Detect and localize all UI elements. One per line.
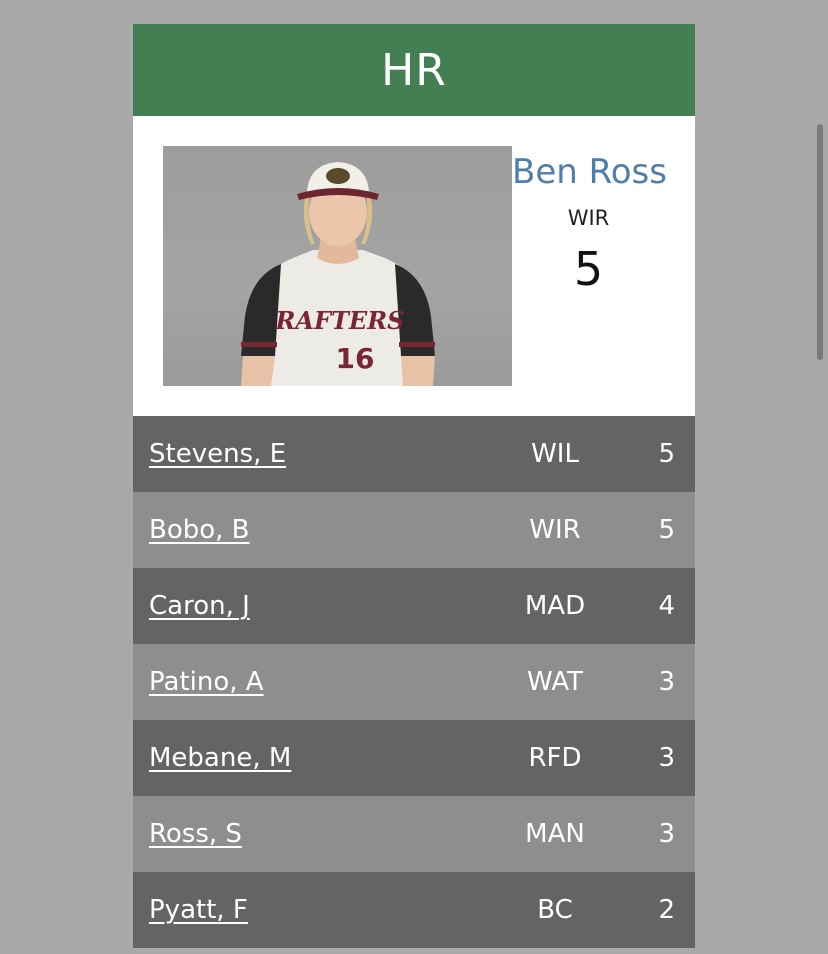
player-team: RFD xyxy=(528,743,582,773)
player-stat-value: 5 xyxy=(658,515,675,545)
player-stat-value: 5 xyxy=(658,439,675,469)
leaderboard-row: Caron, J MAD 4 xyxy=(133,568,695,644)
page-scrollbar[interactable] xyxy=(817,124,823,360)
player-team: BC xyxy=(537,895,573,925)
player-team: MAD xyxy=(524,591,586,621)
player-stat-value: 3 xyxy=(658,667,675,697)
leaderboard-row: Bobo, B WIR 5 xyxy=(133,492,695,568)
stat-category-header: HR xyxy=(133,24,695,116)
player-name-link[interactable]: Mebane, M xyxy=(133,743,505,773)
leaderboard-card: HR RAFTERS 16 Ben Ross WIR 5 Stevens, E … xyxy=(133,24,695,954)
player-name-link[interactable]: Pyatt, F xyxy=(133,895,505,925)
player-name-link[interactable]: Ross, S xyxy=(133,819,505,849)
leader-info: Ben Ross WIR 5 xyxy=(512,146,667,296)
leaderboard-row: Mebane, M RFD 3 xyxy=(133,720,695,796)
leader-team: WIR xyxy=(567,206,610,230)
player-team: WIR xyxy=(529,515,581,545)
leader-stat-value: 5 xyxy=(573,242,604,296)
player-name-link[interactable]: Stevens, E xyxy=(133,439,505,469)
player-team: WAT xyxy=(527,667,583,697)
player-photo-illustration: RAFTERS 16 xyxy=(241,162,435,386)
player-name-link[interactable]: Bobo, B xyxy=(133,515,505,545)
leader-feature: RAFTERS 16 Ben Ross WIR 5 xyxy=(133,116,695,416)
leaderboard-row: Ross, S MAN 3 xyxy=(133,796,695,872)
player-team: MAN xyxy=(525,819,585,849)
jersey-lettering: RAFTERS xyxy=(274,306,404,335)
player-stat-value: 4 xyxy=(658,591,675,621)
leaderboard-row: Pyatt, F BC 2 xyxy=(133,872,695,948)
player-name-link[interactable]: Caron, J xyxy=(133,591,505,621)
jersey-number: 16 xyxy=(336,342,375,375)
stat-category-title: HR xyxy=(381,44,447,96)
player-photo: RAFTERS 16 xyxy=(163,146,512,386)
leaderboard-row: Stevens, E WIL 5 xyxy=(133,416,695,492)
player-team: WIL xyxy=(531,439,579,469)
player-stat-value: 3 xyxy=(658,819,675,849)
leader-name-link[interactable]: Ben Ross xyxy=(512,152,667,192)
player-stat-value: 3 xyxy=(658,743,675,773)
player-name-link[interactable]: Patino, A xyxy=(133,667,505,697)
player-stat-value: 2 xyxy=(658,895,675,925)
leaderboard-row: Patino, A WAT 3 xyxy=(133,644,695,720)
